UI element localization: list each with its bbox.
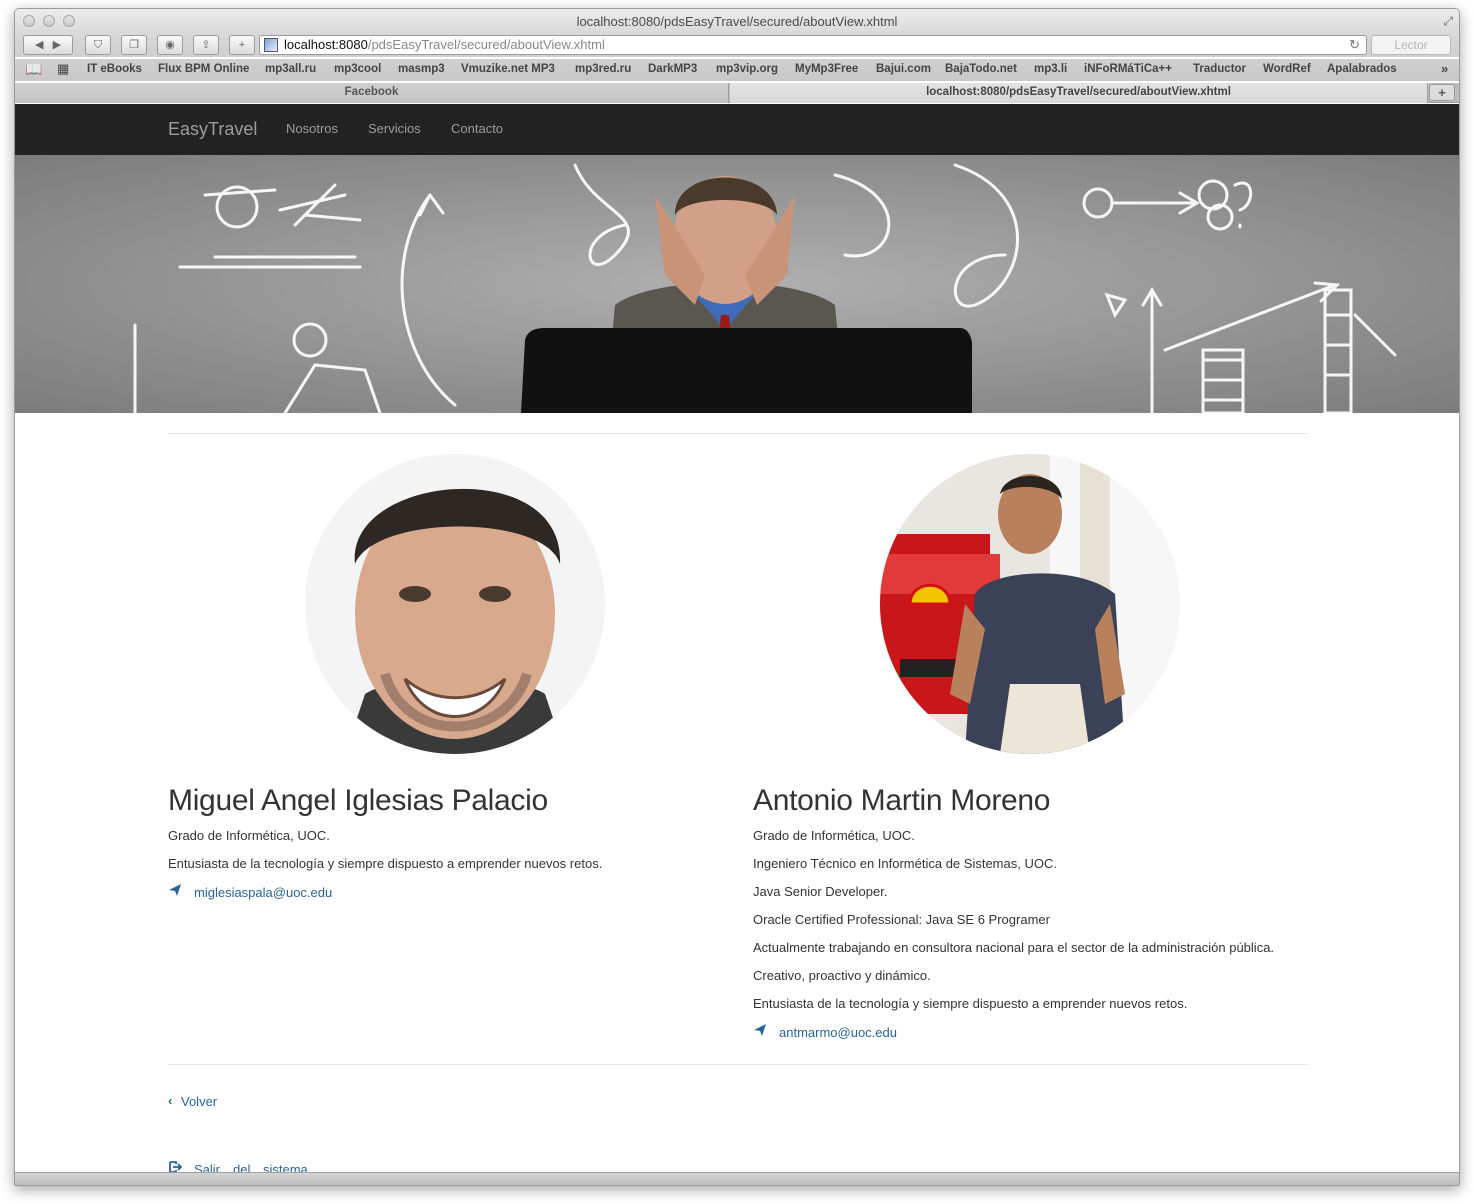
bookmark-item[interactable]: BajaTodo.net	[945, 63, 1017, 75]
url-path: /pdsEasyTravel/secured/aboutView.xhtml	[367, 37, 605, 52]
person-photo-illustration	[880, 454, 1180, 754]
bookmark-item[interactable]: mp3cool	[334, 63, 381, 75]
reader-button[interactable]: Lector	[1371, 35, 1451, 55]
person-name: Antonio Martin Moreno	[753, 784, 1051, 817]
avatar-antonio	[880, 454, 1180, 754]
bookmark-item[interactable]: Traductor	[1193, 63, 1246, 75]
bookmark-item[interactable]: mp3vip.org	[716, 63, 778, 75]
navbar-brand[interactable]: EasyTravel	[168, 119, 257, 140]
bookmark-item[interactable]: Bajui.com	[876, 63, 931, 75]
nav-link-contacto[interactable]: Contacto	[451, 121, 503, 136]
person-detail: Grado de Informética, UOC.	[168, 828, 330, 843]
chalkboard-illustration	[15, 155, 1459, 413]
bookmark-item[interactable]: mp3.li	[1034, 63, 1067, 75]
pocket-button[interactable]: ⛉	[85, 35, 111, 55]
face-illustration	[305, 454, 605, 754]
puzzle-icon: ❐	[129, 39, 139, 51]
back-link[interactable]: Volver	[181, 1094, 217, 1109]
bookmark-item[interactable]: mp3red.ru	[575, 63, 631, 75]
paper-plane-icon	[169, 884, 181, 896]
back-forward-buttons[interactable]: ◀ ▶	[23, 35, 73, 55]
bookmark-item[interactable]: WordRef	[1263, 63, 1311, 75]
tab-bar: Facebook localhost:8080/pdsEasyTravel/se…	[15, 83, 1459, 103]
person-detail: Oracle Certified Professional: Java SE 6…	[753, 912, 1050, 927]
page-favicon-icon	[264, 38, 278, 52]
bookmark-item[interactable]: Flux BPM Online	[158, 63, 249, 75]
reload-icon[interactable]: ↻	[1349, 36, 1360, 54]
email-link-miguel[interactable]: miglesiaspala@uoc.edu	[194, 885, 332, 900]
address-bar[interactable]: localhost:8080/pdsEasyTravel/secured/abo…	[259, 35, 1367, 55]
divider-bottom	[168, 1064, 1308, 1065]
status-bar	[15, 1172, 1459, 1185]
new-tab-button[interactable]: +	[1429, 84, 1455, 101]
person-detail: Java Senior Developer.	[753, 884, 888, 899]
top-sites-icon[interactable]: ▦	[57, 61, 69, 77]
browser-window: localhost:8080/pdsEasyTravel/secured/abo…	[14, 8, 1460, 1186]
plus-icon: +	[238, 39, 246, 51]
person-detail: Ingeniero Técnico en Informética de Sist…	[753, 856, 1057, 871]
nav-link-servicios[interactable]: Servicios	[368, 121, 421, 136]
email-link-antonio[interactable]: antmarmo@uoc.edu	[779, 1025, 897, 1040]
person-detail: Grado de Informética, UOC.	[753, 828, 915, 843]
bookmark-item[interactable]: iNFoRMáTiCa++	[1084, 63, 1172, 75]
bookmark-item[interactable]: Vmuzike.net MP3	[461, 63, 555, 75]
hero-banner-image	[15, 155, 1459, 413]
chevron-left-icon[interactable]: ‹	[168, 1093, 172, 1108]
top-navbar: EasyTravel Nosotros Servicios Contacto	[15, 104, 1459, 155]
share-icon: ⇪	[201, 39, 211, 51]
person-detail: Creativo, proactivo y dinámico.	[753, 968, 931, 983]
add-bookmark-button[interactable]: +	[229, 35, 255, 55]
pocket-icon: ⛉	[93, 39, 103, 51]
share-button[interactable]: ⇪	[193, 35, 219, 55]
plus-icon: +	[1438, 85, 1446, 100]
person-name: Miguel Angel Iglesias Palacio	[168, 784, 548, 817]
shield-icon: ◉	[165, 39, 175, 51]
bookmarks-bar: 📖 ▦ IT eBooks Flux BPM Online mp3all.ru …	[15, 59, 1459, 81]
divider-top	[168, 433, 1308, 434]
url-host: localhost:8080	[284, 37, 368, 52]
bookmark-item[interactable]: mp3all.ru	[265, 63, 316, 75]
paper-plane-icon	[754, 1024, 766, 1036]
privacy-button[interactable]: ◉	[157, 35, 183, 55]
bookmark-item[interactable]: MyMp3Free	[795, 63, 858, 75]
extension-button[interactable]: ❐	[121, 35, 147, 55]
tab-facebook[interactable]: Facebook	[15, 83, 729, 103]
person-detail: Entusiasta de la tecnología y siempre di…	[168, 856, 603, 871]
person-detail: Actualmente trabajando en consultora nac…	[753, 940, 1275, 955]
forward-arrow-icon[interactable]: ▶	[53, 39, 61, 51]
bookmark-item[interactable]: Apalabrados	[1327, 63, 1397, 75]
window-title: localhost:8080/pdsEasyTravel/secured/abo…	[576, 14, 898, 29]
tab-about-view[interactable]: localhost:8080/pdsEasyTravel/secured/abo…	[730, 83, 1428, 103]
laptop-image	[521, 328, 972, 413]
title-bar: localhost:8080/pdsEasyTravel/secured/abo…	[15, 9, 1459, 35]
fullscreen-icon[interactable]: ⤢	[1443, 14, 1453, 29]
bookmark-item[interactable]: IT eBooks	[87, 63, 142, 75]
avatar-miguel	[305, 454, 605, 754]
more-bookmarks-icon[interactable]: »	[1441, 61, 1448, 76]
back-arrow-icon[interactable]: ◀	[35, 39, 43, 51]
bookmark-item[interactable]: masmp3	[398, 63, 445, 75]
person-detail: Entusiasta de la tecnología y siempre di…	[753, 996, 1188, 1011]
bookmark-item[interactable]: DarkMP3	[648, 63, 697, 75]
page-content: EasyTravel Nosotros Servicios Contacto M…	[15, 104, 1459, 1174]
nav-link-nosotros[interactable]: Nosotros	[286, 121, 338, 136]
reading-list-icon[interactable]: 📖	[25, 61, 42, 78]
browser-toolbar: ◀ ▶ ⛉ ❐ ◉ ⇪ + localhost:8080/pdsEasyTrav…	[15, 35, 1459, 57]
